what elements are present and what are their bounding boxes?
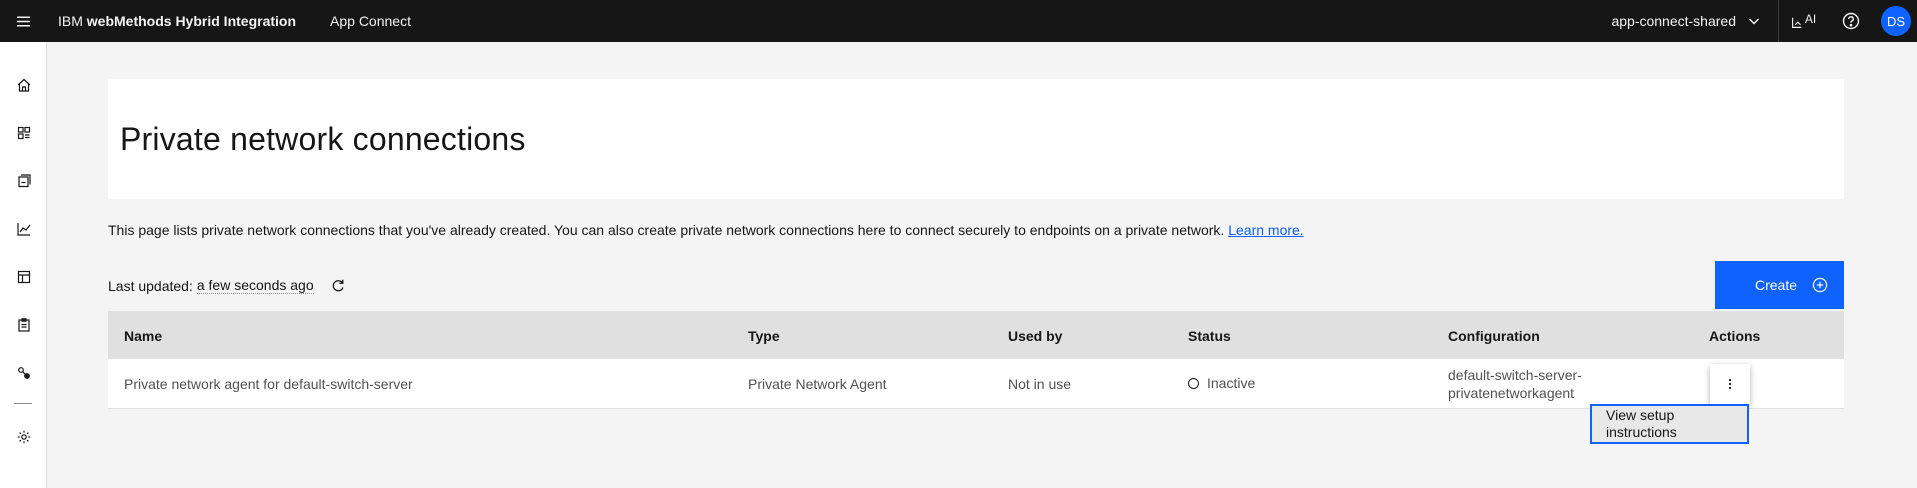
clipboard-icon[interactable] — [0, 309, 47, 341]
nav-divider — [14, 403, 32, 404]
create-label: Create — [1755, 277, 1798, 293]
top-header: IBM webMethods Hybrid Integration App Co… — [0, 0, 1917, 42]
instance-name: app-connect-shared — [1611, 13, 1736, 29]
analytics-icon[interactable] — [0, 213, 47, 245]
catalog-icon[interactable] — [0, 165, 47, 197]
page-description: This page lists private network connecti… — [108, 222, 1304, 238]
settings-icon[interactable] — [0, 421, 47, 453]
overflow-menu-item-view-setup[interactable]: View setup instructions — [1590, 404, 1749, 444]
cell-configuration: default-switch-server- privatenetworkage… — [1448, 366, 1582, 402]
column-header-configuration[interactable]: Configuration — [1448, 328, 1540, 344]
cell-type: Private Network Agent — [748, 376, 887, 392]
instance-switcher[interactable]: app-connect-shared — [1595, 0, 1778, 42]
create-button[interactable]: Create — [1715, 261, 1844, 309]
learn-more-link[interactable]: Learn more. — [1228, 222, 1303, 238]
connections-icon[interactable] — [0, 357, 47, 389]
refresh-icon — [332, 279, 344, 291]
add-icon — [1812, 277, 1828, 293]
overflow-menu-icon — [1728, 378, 1732, 390]
last-updated-label: Last updated: — [108, 277, 193, 294]
app-name[interactable]: App Connect — [330, 13, 411, 29]
ai-label: AI — [1804, 12, 1817, 26]
cell-status: Inactive — [1188, 375, 1255, 391]
cell-name: Private network agent for default-switch… — [124, 376, 413, 392]
table-header: Name Type Used by Status Configuration A… — [108, 311, 1844, 359]
column-header-used-by[interactable]: Used by — [1008, 328, 1062, 344]
refresh-button[interactable] — [330, 278, 346, 294]
side-nav — [0, 42, 47, 488]
column-header-name[interactable]: Name — [124, 328, 162, 344]
last-updated-time[interactable]: a few seconds ago — [196, 277, 314, 294]
cell-used-by: Not in use — [1008, 376, 1072, 392]
templates-icon[interactable] — [0, 261, 47, 293]
last-updated: Last updated: a few seconds ago — [108, 277, 346, 294]
menu-icon[interactable] — [0, 0, 46, 42]
ai-assistant-button[interactable]: AI — [1779, 0, 1827, 42]
table-row: Private network agent for default-switch… — [108, 359, 1844, 409]
config-line-1: default-switch-server- — [1448, 367, 1582, 383]
overflow-menu-button[interactable] — [1710, 364, 1750, 404]
home-icon[interactable] — [0, 69, 47, 101]
page-title: Private network connections — [120, 121, 526, 157]
dashboard-icon[interactable] — [0, 117, 47, 149]
connections-table: Name Type Used by Status Configuration A… — [108, 311, 1844, 409]
column-header-status[interactable]: Status — [1188, 328, 1231, 344]
description-text: This page lists private network connecti… — [108, 222, 1225, 238]
column-header-actions: Actions — [1709, 328, 1761, 344]
column-header-type[interactable]: Type — [748, 328, 780, 344]
brand-name: webMethods Hybrid Integration — [86, 13, 297, 29]
brand-title[interactable]: IBM webMethods Hybrid Integration — [58, 13, 296, 29]
brand-prefix: IBM — [58, 13, 83, 29]
status-label: Inactive — [1207, 375, 1256, 391]
ai-icon: AI — [1790, 12, 1816, 30]
page-title-card: Private network connections — [108, 79, 1844, 199]
chevron-down-icon — [1749, 18, 1759, 25]
help-button[interactable] — [1827, 0, 1875, 42]
inactive-status-icon — [1188, 377, 1199, 389]
config-line-2: privatenetworkagent — [1448, 385, 1575, 401]
avatar[interactable]: DS — [1881, 6, 1911, 36]
help-icon — [1842, 12, 1860, 30]
